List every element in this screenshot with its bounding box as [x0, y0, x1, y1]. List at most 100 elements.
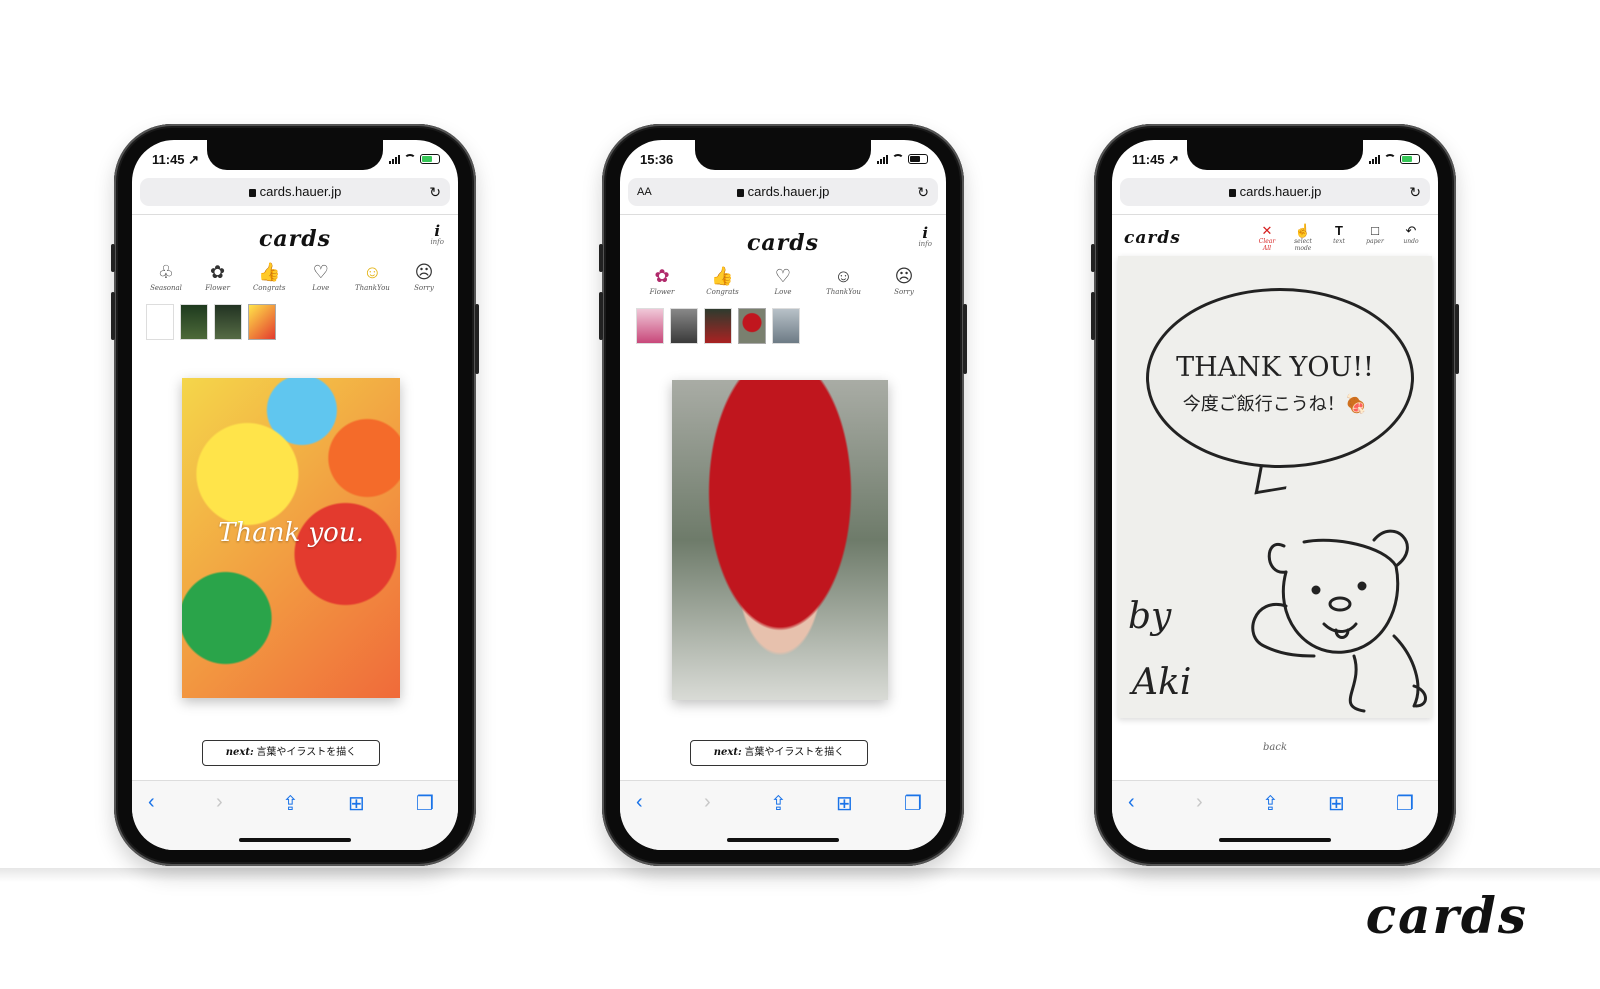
signal-icon [877, 154, 888, 164]
url-text: cards.hauer.jp [1239, 184, 1322, 199]
bookmarks-icon[interactable]: ⊞ [348, 791, 365, 816]
category-love[interactable]: ♡ Love [301, 262, 341, 292]
thumbnail[interactable] [214, 304, 242, 340]
undo-button[interactable]: ↶ undo [1398, 224, 1424, 252]
showcase-stage: 11:45 ↗ cards.hauer.jp ↻ cards i info ♧ S… [0, 0, 1600, 989]
close-icon: ✕ [1261, 223, 1273, 238]
category-bar: ✿ Flower 👍 Congrats ♡ Love ☺ ThankYou ☹ Sorry [642, 266, 924, 296]
thumbnail[interactable] [670, 308, 698, 344]
thumbs-up-icon: 👍 [257, 262, 281, 282]
phone-3-screen: 11:45 ↗ cards.hauer.jp ↻ cards ✕ Clear Al… [1112, 140, 1438, 850]
lock-icon [248, 189, 256, 197]
back-link[interactable]: back [1112, 742, 1438, 753]
info-icon: i [922, 224, 929, 242]
reload-icon[interactable]: ↻ [1409, 178, 1421, 206]
tabs-icon[interactable]: ❐ [1396, 791, 1414, 816]
sad-face-icon: ☹ [894, 266, 914, 286]
app-logo[interactable]: cards [132, 226, 458, 252]
safari-toolbar: ‹ › ⇪ ⊞ ❐ [620, 780, 946, 850]
drawing-toolbar: ✕ Clear All ☝ select mode Ttext □ paper ↶ un… [1254, 223, 1424, 253]
category-congrats[interactable]: 👍 Congrats [249, 262, 289, 292]
next-button[interactable]: next: 言葉やイラストを描く [690, 740, 868, 766]
info-button[interactable]: i info [918, 226, 932, 248]
signal-icon [1369, 154, 1380, 164]
notch [695, 140, 871, 170]
category-flower[interactable]: ✿ Flower [642, 266, 682, 296]
url-bar[interactable]: cards.hauer.jp ↻ [1120, 178, 1430, 206]
message-line-2: 今度ご飯行こうね！🍖 [1182, 394, 1368, 415]
notch [207, 140, 383, 170]
category-sorry[interactable]: ☹ Sorry [404, 262, 444, 292]
sad-face-icon: ☹ [414, 262, 434, 282]
forward-icon[interactable]: › [704, 791, 711, 814]
next-button[interactable]: next: 言葉やイラストを描く [202, 740, 380, 766]
share-icon[interactable]: ⇪ [282, 791, 299, 816]
category-love[interactable]: ♡ Love [763, 266, 803, 296]
reload-icon[interactable]: ↻ [429, 178, 441, 206]
square-icon: □ [1371, 223, 1379, 238]
back-icon[interactable]: ‹ [1128, 791, 1135, 814]
paper-button[interactable]: □ paper [1362, 224, 1388, 252]
thumbnail[interactable] [146, 304, 174, 340]
category-thankyou[interactable]: ☺ ThankYou [824, 266, 864, 296]
thumbnail[interactable] [704, 308, 732, 344]
lock-icon [1228, 189, 1236, 197]
drawing-canvas[interactable]: THANK YOU!! 今度ご飯行こうね！🍖 by Aki [1118, 256, 1432, 718]
thumbnail[interactable] [772, 308, 800, 344]
category-flower[interactable]: ✿ Flower [198, 262, 238, 292]
thumbnail-selected[interactable] [248, 304, 276, 340]
hand-pointer-icon: ☝ [1294, 223, 1312, 238]
thumbnail[interactable] [180, 304, 208, 340]
thumbnail-strip [146, 304, 276, 340]
battery-icon [1400, 154, 1420, 164]
bookmarks-icon[interactable]: ⊞ [1328, 791, 1345, 816]
back-icon[interactable]: ‹ [148, 791, 155, 814]
card-caption: Thank you. [218, 518, 364, 548]
forward-icon[interactable]: › [1196, 791, 1203, 814]
wifi-icon [404, 154, 416, 164]
category-sorry[interactable]: ☹ Sorry [884, 266, 924, 296]
thumbs-up-icon: 👍 [711, 266, 734, 286]
url-bar[interactable]: cards.hauer.jp ↻ [140, 178, 450, 206]
url-text: cards.hauer.jp [259, 184, 342, 199]
back-icon[interactable]: ‹ [636, 791, 643, 814]
url-bar[interactable]: AA cards.hauer.jp ↻ [628, 178, 938, 206]
category-seasonal[interactable]: ♧ Seasonal [146, 262, 186, 292]
category-bar: ♧ Seasonal ✿ Flower 👍 Congrats ♡ Love ☺ Thank… [146, 262, 444, 292]
flower-icon: ✿ [210, 262, 226, 282]
lock-icon [736, 189, 744, 197]
info-label: info [430, 238, 444, 246]
phone-2-screen: 15:36 AA cards.hauer.jp ↻ cards i info ✿… [620, 140, 946, 850]
category-thankyou[interactable]: ☺ ThankYou [352, 262, 392, 292]
reload-icon[interactable]: ↻ [917, 178, 929, 206]
tabs-icon[interactable]: ❐ [416, 791, 434, 816]
app-logo[interactable]: cards [620, 230, 946, 256]
bookmarks-icon[interactable]: ⊞ [836, 791, 853, 816]
brand-logo: cards [1365, 886, 1528, 945]
thumbnail-selected[interactable] [738, 308, 766, 344]
clear-all-button[interactable]: ✕ Clear All [1254, 223, 1280, 253]
home-indicator [1219, 838, 1331, 842]
select-mode-button[interactable]: ☝ select mode [1290, 223, 1316, 253]
app-logo[interactable]: cards [1124, 228, 1181, 248]
info-label: info [918, 240, 932, 248]
text-icon: T [1335, 223, 1343, 238]
share-icon[interactable]: ⇪ [1262, 791, 1279, 816]
message-line-1: THANK YOU!! [1176, 352, 1374, 383]
card-preview[interactable] [672, 380, 888, 700]
tabs-icon[interactable]: ❐ [904, 791, 922, 816]
thumbnail[interactable] [636, 308, 664, 344]
text-tool-button[interactable]: Ttext [1326, 224, 1352, 252]
smile-icon: ☺ [834, 266, 853, 286]
speech-bubble-tail [1254, 459, 1292, 495]
floor-shadow [0, 868, 1600, 882]
reader-aa-button[interactable]: AA [637, 178, 652, 206]
category-congrats[interactable]: 👍 Congrats [703, 266, 743, 296]
share-icon[interactable]: ⇪ [770, 791, 787, 816]
forward-icon[interactable]: › [216, 791, 223, 814]
info-button[interactable]: i info [430, 224, 444, 246]
heart-icon: ♡ [312, 262, 329, 282]
card-preview[interactable]: Thank you. [182, 378, 400, 698]
thumbnail-strip [636, 308, 800, 344]
wifi-icon [1384, 154, 1396, 164]
